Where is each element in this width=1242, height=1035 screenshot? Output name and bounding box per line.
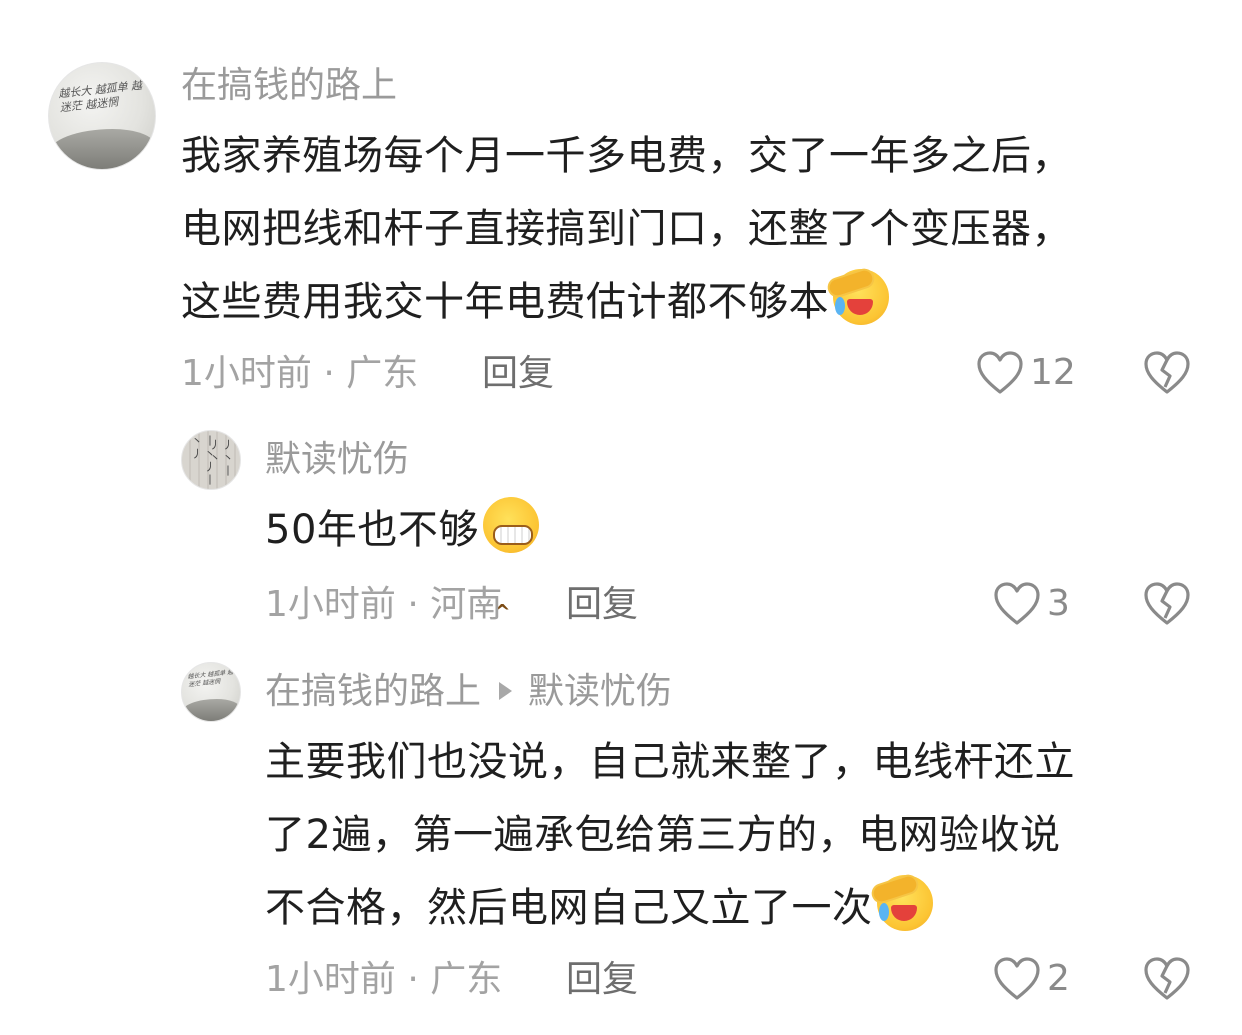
reply-button[interactable]: 回复 <box>482 352 554 396</box>
avatar-landscape <box>182 698 240 721</box>
comment-time: 1小时前 <box>181 353 312 394</box>
like-button[interactable]: 12 <box>976 350 1076 396</box>
like-count: 3 <box>1047 583 1070 624</box>
broken-heart-icon[interactable] <box>1142 956 1192 1002</box>
comment-meta: 1小时前 · 广东 <box>181 352 418 396</box>
comment-username[interactable]: 在搞钱的路上 <box>181 64 397 108</box>
avatar[interactable]: 丨丶丿丨丶丿 丿丶丨丿丶 <box>181 430 241 490</box>
avatar-calligraphy: 越长大 越孤单 越迷茫 越迷惘 <box>187 668 234 689</box>
meta-separator: · <box>395 959 431 1000</box>
comment-location: 广东 <box>430 959 503 1000</box>
comment-line: 主要我们也没说，自己就来整了，电线杆还立 <box>265 739 1075 785</box>
comment-reply-item: 越长大 越孤单 越迷茫 越迷惘 在搞钱的路上 默读忧伤 主要我们也没说，自己就来整… <box>0 650 1242 1035</box>
comment-location: 河南 <box>430 584 503 625</box>
comment-time: 1小时前 <box>265 584 396 625</box>
comment-meta: 1小时前 · 河南 <box>265 583 502 627</box>
comment-text: 我家养殖场每个月一千多电费，交了一年多之后， 电网把线和杆子直接搞到门口，还整了… <box>181 120 1191 339</box>
broken-heart-icon[interactable] <box>1142 350 1192 396</box>
comment-text: 主要我们也没说，自己就来整了，电线杆还立 了2遍，第一遍承包给第三方的，电网验收… <box>265 726 1185 945</box>
comment-line: 电网把线和杆子直接搞到门口，还整了个变压器， <box>181 206 1072 252</box>
broken-heart-icon[interactable] <box>1142 581 1192 627</box>
comment-line: 了2遍，第一遍承包给第三方的，电网验收说 <box>265 812 1061 858</box>
reply-button[interactable]: 回复 <box>566 583 638 627</box>
meta-separator: · <box>311 353 347 394</box>
avatar-calligraphy-decoration: 丿丶丨丿丶 <box>208 439 234 478</box>
like-count: 12 <box>1030 352 1076 393</box>
grin-emoji <box>482 497 539 649</box>
comment-text: 50年也不够 <box>265 494 1185 649</box>
comment-reply-item: 丨丶丿丨丶丿 丿丶丨丿丶 默读忧伤 50年也不够 1小时前 · 河南 回复 3 <box>0 410 1242 650</box>
like-button[interactable]: 2 <box>993 956 1070 1002</box>
heart-icon <box>994 957 1040 1000</box>
like-count: 2 <box>1047 958 1070 999</box>
avatar[interactable]: 越长大 越孤单 越迷茫 越迷惘 <box>181 662 241 722</box>
reply-arrow-icon <box>499 682 513 700</box>
comment-time: 1小时前 <box>265 959 396 1000</box>
avatar-calligraphy: 越长大 越孤单 越迷茫 越迷惘 <box>57 78 143 115</box>
avatar-landscape <box>49 128 155 169</box>
heart-icon <box>994 582 1040 625</box>
facepalm-laugh-cry-emoji <box>876 875 933 931</box>
comment-line: 50年也不够 <box>265 494 1185 649</box>
comment-location: 广东 <box>346 353 419 394</box>
facepalm-laugh-cry-emoji <box>833 269 889 325</box>
comment-username: 在搞钱的路上 默读忧伤 <box>265 670 672 714</box>
reply-target-user[interactable]: 默读忧伤 <box>528 671 672 712</box>
comment-meta: 1小时前 · 广东 <box>265 958 502 1002</box>
reply-author[interactable]: 在搞钱的路上 <box>265 671 481 712</box>
avatar[interactable]: 越长大 越孤单 越迷茫 越迷惘 <box>48 62 156 170</box>
comment-line: 不合格，然后电网自己又立了一次 <box>265 872 1185 945</box>
reply-button[interactable]: 回复 <box>566 958 638 1002</box>
comment-username[interactable]: 默读忧伤 <box>265 438 409 482</box>
comment-line: 这些费用我交十年电费估计都不够本 <box>181 266 1191 339</box>
comment-line: 我家养殖场每个月一千多电费，交了一年多之后， <box>181 133 1072 179</box>
comment-item: 越长大 越孤单 越迷茫 越迷惘 在搞钱的路上 我家养殖场每个月一千多电费，交了一… <box>0 0 1242 410</box>
meta-separator: · <box>395 584 431 625</box>
heart-icon <box>977 351 1023 394</box>
like-button[interactable]: 3 <box>993 581 1070 627</box>
